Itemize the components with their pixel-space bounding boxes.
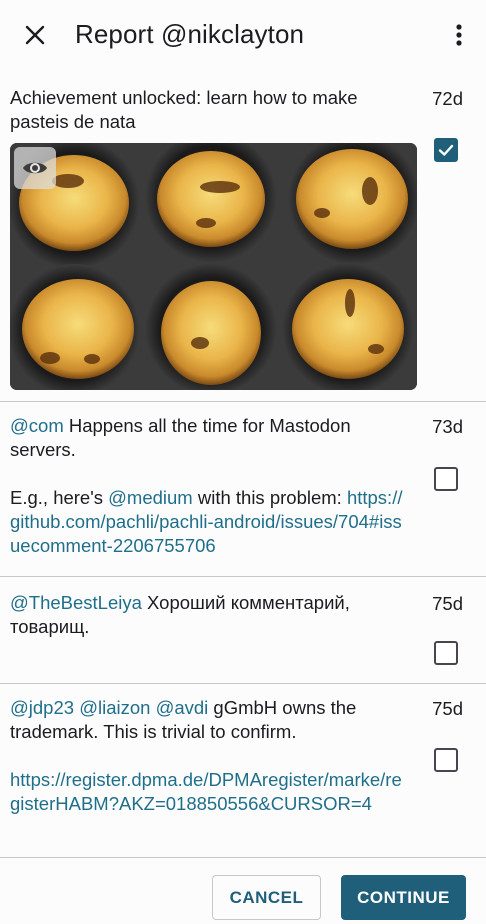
status-item[interactable]: @jdp23 @liaizon @avdi gGmbH owns the tra… [0, 684, 486, 857]
status-text: with this problem: [192, 487, 347, 508]
hide-media-button[interactable] [14, 147, 56, 189]
eye-icon [23, 162, 47, 174]
status-content: Achievement unlocked: learn how to make … [10, 86, 410, 134]
mention-link[interactable]: @jdp23 [10, 697, 74, 718]
status-text: Achievement unlocked: learn how to make … [10, 87, 358, 132]
status-select-checkbox[interactable] [434, 748, 458, 772]
status-content: @com Happens all the time for Mastodon s… [10, 414, 410, 558]
status-paragraph: Achievement unlocked: learn how to make … [10, 86, 410, 134]
status-media-image[interactable] [10, 143, 417, 390]
status-select-checkbox[interactable] [434, 138, 458, 162]
mention-link[interactable]: @TheBestLeiya [10, 592, 142, 613]
pasteis-de-nata-photo [10, 143, 417, 390]
status-age: 75d [432, 698, 463, 719]
check-icon [438, 144, 454, 156]
status-item[interactable]: @com Happens all the time for Mastodon s… [0, 402, 486, 576]
status-age: 75d [432, 593, 463, 614]
url-link[interactable]: https://register.dpma.de/DPMAregister/ma… [10, 769, 402, 814]
status-text: E.g., here's [10, 487, 109, 508]
status-paragraph: @jdp23 @liaizon @avdi gGmbH owns the tra… [10, 696, 410, 744]
continue-button[interactable]: CONTINUE [341, 875, 466, 920]
footer-divider [0, 857, 486, 858]
mention-link[interactable]: @medium [108, 487, 193, 508]
status-item[interactable]: @TheBestLeiya Хороший комментарий, товар… [0, 577, 486, 683]
cancel-button[interactable]: CANCEL [212, 875, 321, 920]
status-paragraph: @TheBestLeiya Хороший комментарий, товар… [10, 591, 410, 639]
mention-link[interactable]: @liaizon [79, 697, 150, 718]
status-item[interactable]: Achievement unlocked: learn how to make … [0, 0, 486, 401]
status-content: @jdp23 @liaizon @avdi gGmbH owns the tra… [10, 696, 410, 816]
status-content: @TheBestLeiya Хороший комментарий, товар… [10, 591, 410, 639]
status-paragraph: E.g., here's @medium with this problem: … [10, 486, 410, 558]
mention-link[interactable]: @com [10, 415, 64, 436]
mention-link[interactable]: @avdi [156, 697, 209, 718]
status-select-checkbox[interactable] [434, 641, 458, 665]
status-paragraph: @com Happens all the time for Mastodon s… [10, 414, 410, 462]
status-age: 72d [432, 88, 463, 109]
status-age: 73d [432, 416, 463, 437]
status-paragraph: https://register.dpma.de/DPMAregister/ma… [10, 768, 410, 816]
status-select-checkbox[interactable] [434, 467, 458, 491]
